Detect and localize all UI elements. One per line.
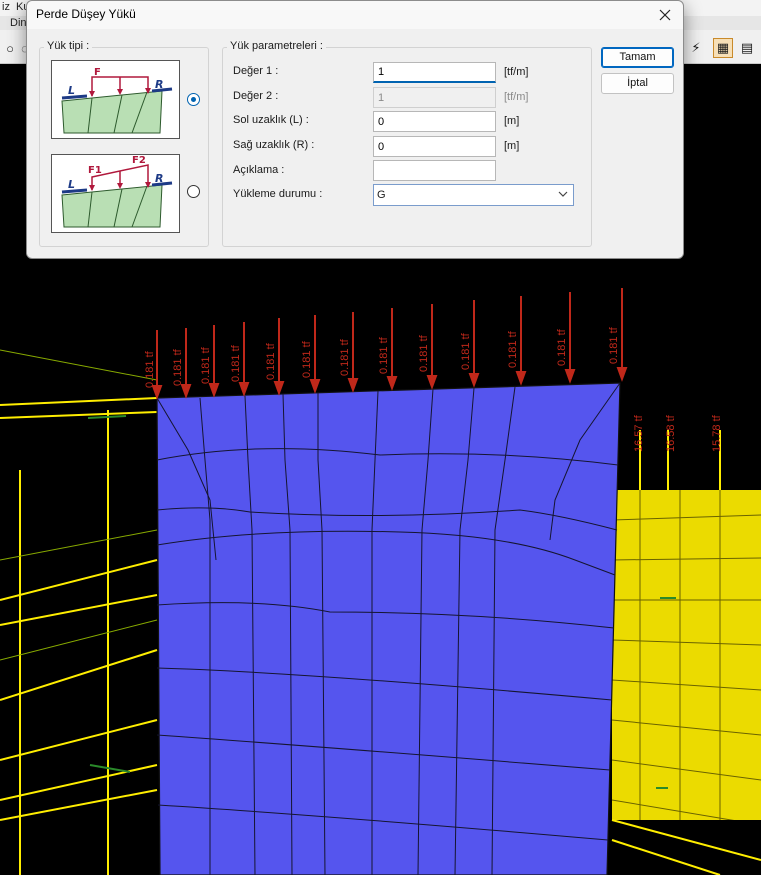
- value1-unit: [tf/m]: [504, 66, 529, 78]
- chevron-down-icon: [558, 191, 568, 197]
- load-label: 0.181 tf: [378, 336, 390, 374]
- side-load-labels: 16.57 tf 16.58 tf 15.78 tf: [633, 414, 723, 452]
- diagram-load2-label: F2: [132, 155, 146, 166]
- diagram-left-label: L: [68, 84, 75, 97]
- description-input[interactable]: [373, 160, 496, 181]
- value1-label: Değer 1 :: [233, 65, 279, 77]
- wall-vertical-load-dialog: Perde Düşey Yükü Yük tipi : L F R L F1 F…: [26, 0, 684, 259]
- trapezoid-load-diagram[interactable]: L F1 F2 R: [51, 154, 180, 233]
- right-distance-label: Sağ uzaklık (R) :: [233, 139, 315, 151]
- left-distance-unit: [m]: [504, 115, 520, 127]
- load-label: 0.181 tf: [460, 332, 472, 370]
- dialog-titlebar[interactable]: Perde Düşey Yükü: [27, 1, 683, 29]
- frame-lines-left-dim: [0, 349, 158, 661]
- load-params-legend: Yük parametreleri :: [227, 40, 326, 52]
- left-distance-input[interactable]: [373, 111, 496, 132]
- diagram-right-label: R: [155, 78, 163, 91]
- uniform-load-radio[interactable]: [187, 93, 200, 106]
- value1-input[interactable]: [373, 62, 496, 83]
- frame-lines-left: [0, 397, 158, 875]
- load-label: 0.181 tf: [608, 326, 620, 364]
- side-load-label: 15.78 tf: [711, 414, 723, 452]
- load-label: 0.181 tf: [230, 344, 242, 382]
- load-label: 0.181 tf: [556, 328, 568, 366]
- uniform-load-diagram[interactable]: L F R: [51, 60, 180, 139]
- left-distance-label: Sol uzaklık (L) :: [233, 114, 309, 126]
- uniform-load-icon: L F R: [61, 67, 173, 134]
- frame-lines-right: [611, 430, 761, 875]
- right-distance-input[interactable]: [373, 136, 496, 157]
- wall-panel: [156, 382, 621, 875]
- load-params-group: Yük parametreleri : Değer 1 : [tf/m] Değ…: [222, 40, 592, 247]
- load-case-label: Yükleme durumu :: [233, 188, 323, 200]
- close-icon: [659, 9, 671, 21]
- load-case-select[interactable]: G: [373, 184, 574, 206]
- ribbon-tab[interactable]: Din: [10, 17, 27, 29]
- load-type-legend: Yük tipi :: [44, 40, 93, 52]
- value2-unit: [tf/m]: [504, 91, 529, 103]
- dialog-title: Perde Düşey Yükü: [36, 7, 136, 21]
- side-load-label: 16.57 tf: [633, 414, 645, 452]
- description-label: Açıklama :: [233, 164, 285, 176]
- diagram-load1-label: F1: [88, 165, 102, 176]
- diagram-load-label: F: [94, 67, 101, 78]
- value2-input: [373, 87, 496, 108]
- menu-item[interactable]: iz: [2, 1, 10, 13]
- ok-button[interactable]: Tamam: [601, 47, 674, 68]
- load-label: 0.181 tf: [144, 350, 156, 388]
- load-label: 0.181 tf: [172, 348, 184, 386]
- grid-lock-icon[interactable]: ▦: [713, 38, 733, 58]
- side-load-label: 16.58 tf: [665, 414, 677, 452]
- trapezoid-load-radio[interactable]: [187, 185, 200, 198]
- load-label: 0.181 tf: [339, 338, 351, 376]
- trapezoid-load-icon: L F1 F2 R: [61, 155, 173, 228]
- right-distance-unit: [m]: [504, 140, 520, 152]
- diagram-left-label: L: [68, 178, 75, 191]
- load-type-group: Yük tipi : L F R L F1 F2 R: [39, 40, 209, 247]
- value2-label: Değer 2 :: [233, 90, 279, 102]
- lightning-icon[interactable]: ⚡: [686, 38, 706, 58]
- load-label: 0.181 tf: [507, 330, 519, 368]
- cancel-button[interactable]: İptal: [601, 73, 674, 94]
- load-arrow-labels: 0.181 tf 0.181 tf 0.181 tf 0.181 tf 0.18…: [144, 326, 620, 388]
- close-button[interactable]: [653, 4, 677, 26]
- diagram-right-label: R: [155, 172, 163, 185]
- load-label: 0.181 tf: [200, 346, 212, 384]
- load-case-value: G: [377, 189, 386, 201]
- load-label: 0.181 tf: [265, 342, 277, 380]
- load-label: 0.181 tf: [418, 334, 430, 372]
- load-label: 0.181 tf: [301, 340, 313, 378]
- grid-icon[interactable]: ▤: [737, 38, 757, 58]
